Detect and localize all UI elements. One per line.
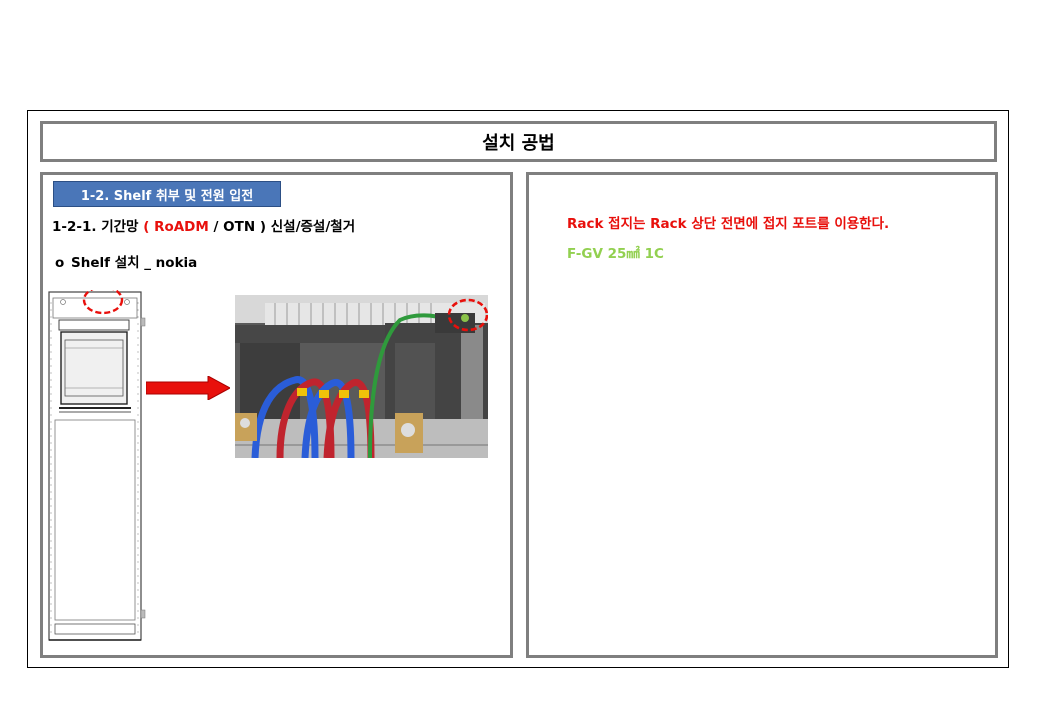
- section-badge: 1-2. Shelf 취부 및 전원 입전: [53, 181, 281, 207]
- sub-heading: 1-2-1. 기간망 ( RoADM / OTN ) 신설/증설/철거: [52, 215, 355, 235]
- sub-heading-slash: /: [208, 219, 224, 235]
- bullet-text: Shelf 설치 _ nokia: [71, 255, 198, 271]
- rack-diagram: [48, 290, 146, 641]
- sub-heading-paren: (: [143, 219, 155, 235]
- sub-heading-suffix: 신설/증설/철거: [270, 219, 356, 235]
- sub-heading-prefix: 1-2-1. 기간망: [52, 219, 144, 235]
- arrow-right-icon: [146, 376, 230, 400]
- bullet-item: o Shelf 설치 _ nokia: [55, 251, 197, 271]
- grounding-photo: [235, 295, 488, 458]
- sub-heading-roadm: RoADM: [154, 219, 209, 235]
- ground-note: Rack 접지는 Rack 상단 전면에 접지 포트를 이용한다.: [567, 216, 890, 232]
- cable-spec-note: F-GV 25㎟ 1C: [567, 246, 664, 262]
- sub-heading-otn: OTN ): [223, 219, 271, 235]
- page-title: 설치 공법: [40, 121, 997, 162]
- bullet-symbol: o: [55, 255, 65, 271]
